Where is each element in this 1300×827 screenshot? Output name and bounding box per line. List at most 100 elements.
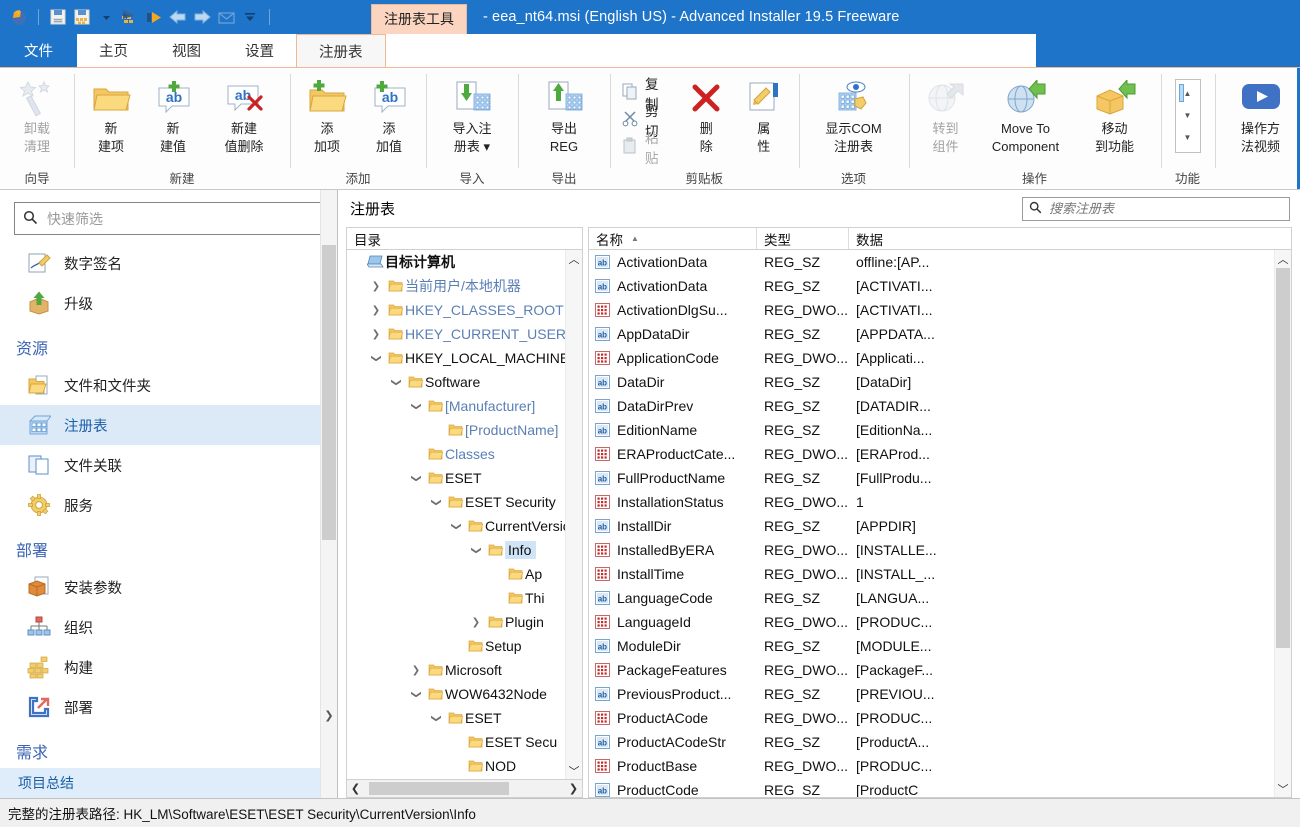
chevron-right-icon[interactable]: ❯ (367, 305, 385, 316)
tree-scroll-left-icon[interactable]: ❮ (347, 782, 364, 795)
tab-registry[interactable]: 注册表 (296, 34, 386, 67)
table-row[interactable]: abModuleDirREG_SZ[MODULE... (589, 634, 1274, 658)
move-to-component-button[interactable]: Move To Component (977, 73, 1075, 155)
advanced-installer-logo-icon[interactable] (8, 6, 30, 28)
tree-node[interactable]: Setup (347, 634, 565, 658)
table-row[interactable]: ActivationDlgSu...REG_DWO...[ACTIVATI... (589, 298, 1274, 322)
sidebar-item-upgrade[interactable]: 升级 (0, 283, 337, 323)
sidebar-scrollbar-thumb[interactable] (322, 245, 336, 540)
tree-column-header[interactable]: 目录 (346, 227, 583, 250)
chevron-right-icon[interactable]: ❯ (367, 329, 385, 340)
table-row[interactable]: abDataDirREG_SZ[DataDir] (589, 370, 1274, 394)
table-row[interactable]: InstallationStatusREG_DWO...1 (589, 490, 1274, 514)
column-header-data[interactable]: 数据 (849, 228, 1291, 249)
tree-node[interactable]: ❯当前用户/本地机器 (347, 274, 565, 298)
move-to-feature-button[interactable]: 移动 到功能 (1075, 73, 1155, 155)
table-row[interactable]: abInstallDirREG_SZ[APPDIR] (589, 514, 1274, 538)
sidebar-item-builds[interactable]: 构建 (0, 647, 337, 687)
tree-node[interactable]: ❯Plugin (347, 610, 565, 634)
table-vertical-scrollbar[interactable]: ︿ ﹀ (1274, 250, 1291, 797)
tab-view[interactable]: 视图 (150, 34, 223, 67)
tree-node[interactable]: ESET Secu (347, 730, 565, 754)
show-com-registry-button[interactable]: 显示COM 注册表 (805, 73, 903, 155)
table-row[interactable]: ApplicationCodeREG_DWO...[Applicati... (589, 346, 1274, 370)
chevron-right-icon[interactable]: ❯ (407, 665, 425, 676)
tree-node[interactable]: Thi (347, 586, 565, 610)
chevron-down-icon[interactable]: ❯ (411, 685, 422, 703)
chevron-down-icon[interactable]: ❯ (391, 373, 402, 391)
sidebar-item-digital-signature[interactable]: 数字签名 (0, 243, 337, 283)
table-row[interactable]: abProductACodeStrREG_SZ[ProductA... (589, 730, 1274, 754)
quick-filter-box[interactable] (14, 202, 323, 235)
mail-icon[interactable] (215, 6, 237, 28)
chevron-down-icon[interactable]: ❯ (431, 709, 442, 727)
tree-node[interactable]: ❯ESET Security (347, 490, 565, 514)
tab-settings[interactable]: 设置 (223, 34, 296, 67)
table-row[interactable]: ProductACodeREG_DWO...[PRODUC... (589, 706, 1274, 730)
build-icon[interactable] (119, 6, 141, 28)
chevron-right-icon[interactable]: ❯ (467, 617, 485, 628)
run-build-icon[interactable] (143, 6, 165, 28)
chevron-down-icon[interactable]: ❯ (371, 349, 382, 367)
table-row[interactable]: abEditionNameREG_SZ[EditionNa... (589, 418, 1274, 442)
sidebar-scrollbar[interactable]: ❯ (320, 190, 337, 798)
registry-search-box[interactable] (1022, 197, 1290, 221)
chevron-down-icon[interactable]: ❯ (411, 397, 422, 415)
paste-button[interactable]: 粘贴 (620, 133, 674, 160)
table-row[interactable]: abActivationDataREG_SZoffline:[AP... (589, 250, 1274, 274)
column-header-name[interactable]: 名称 ▲ (589, 228, 757, 249)
column-header-type[interactable]: 类型 (757, 228, 849, 249)
save-as-icon[interactable] (71, 6, 93, 28)
sidebar-item-install-parameters[interactable]: 安装参数 (0, 567, 337, 607)
tree-node[interactable]: ❯Info (347, 538, 565, 562)
add-key-button[interactable]: 添 加项 (296, 73, 358, 155)
tree-hscroll-thumb[interactable] (369, 782, 509, 795)
tree-node[interactable]: Classes (347, 442, 565, 466)
sidebar-item-organization[interactable]: 组织 (0, 607, 337, 647)
tree-node[interactable]: 目标计算机 (347, 250, 565, 274)
table-row[interactable]: PackageFeaturesREG_DWO...[PackageF... (589, 658, 1274, 682)
tree-scroll-up-icon[interactable]: ︿ (566, 250, 582, 267)
tree-node[interactable]: ❯[Manufacturer] (347, 394, 565, 418)
new-value-delete-button[interactable]: ab 新建 值删除 (204, 73, 284, 155)
spinner-end-arrow-icon[interactable]: ▼ (1184, 134, 1192, 142)
table-row[interactable]: abActivationDataREG_SZ[ACTIVATI... (589, 274, 1274, 298)
registry-table-body[interactable]: abActivationDataREG_SZoffline:[AP...abAc… (588, 250, 1292, 798)
table-row[interactable]: abPreviousProduct...REG_SZ[PREVIOU... (589, 682, 1274, 706)
tree-node[interactable]: ❯ESET (347, 706, 565, 730)
tree-node[interactable]: ❯Microsoft (347, 658, 565, 682)
export-reg-button[interactable]: 导出 REG (524, 73, 604, 155)
table-row[interactable]: abProductCodeREG_SZ[ProductC (589, 778, 1274, 797)
tree-node[interactable]: NOD (347, 754, 565, 778)
tree-scroll-down-icon[interactable]: ﹀ (566, 762, 582, 779)
tree-node[interactable]: ❯HKEY_CURRENT_USER (347, 322, 565, 346)
table-row[interactable]: LanguageIdREG_DWO...[PRODUC... (589, 610, 1274, 634)
tree-scroll-right-icon[interactable]: ❯ (565, 782, 582, 795)
table-row[interactable]: abDataDirPrevREG_SZ[DATADIR... (589, 394, 1274, 418)
go-to-component-button[interactable]: 转到 组件 (915, 73, 977, 155)
import-registry-button[interactable]: 导入注 册表 ▾ (432, 73, 512, 155)
new-value-button[interactable]: ab 新 建值 (142, 73, 204, 155)
tree-node[interactable]: ❯HKEY_CLASSES_ROOT (347, 298, 565, 322)
sidebar-item-project-summary[interactable]: 项目总结 (0, 768, 337, 798)
table-row[interactable]: ProductBaseREG_DWO...[PRODUC... (589, 754, 1274, 778)
tree-horizontal-scrollbar[interactable]: ❮ ❯ (346, 780, 583, 798)
tree-node[interactable]: Ap (347, 562, 565, 586)
chevron-down-icon[interactable]: ❯ (471, 541, 482, 559)
tree-node[interactable]: ❯ESET (347, 466, 565, 490)
tab-home[interactable]: 主页 (77, 34, 150, 67)
table-scrollbar-thumb[interactable] (1276, 268, 1290, 648)
sidebar-scroll-down-icon[interactable]: ❯ (321, 707, 337, 724)
chevron-down-icon[interactable]: ❯ (411, 469, 422, 487)
table-row[interactable]: InstallTimeREG_DWO...[INSTALL_... (589, 562, 1274, 586)
tree-node[interactable]: ❯HKEY_LOCAL_MACHINE (347, 346, 565, 370)
table-row[interactable]: InstalledByERAREG_DWO...[INSTALLE... (589, 538, 1274, 562)
customize-qat-icon[interactable] (239, 6, 261, 28)
spinner-down-arrow-icon[interactable]: ▼ (1184, 112, 1192, 120)
table-row[interactable]: ERAProductCate...REG_DWO...[ERAProd... (589, 442, 1274, 466)
tree-vertical-scrollbar[interactable]: ︿ ﹀ (565, 250, 582, 779)
spinner-up-arrow-icon[interactable]: ▲ (1184, 90, 1192, 98)
new-key-button[interactable]: 新 建项 (80, 73, 142, 155)
sidebar-item-services[interactable]: 服务 (0, 485, 337, 525)
sidebar-item-deploy[interactable]: 部署 (0, 687, 337, 727)
